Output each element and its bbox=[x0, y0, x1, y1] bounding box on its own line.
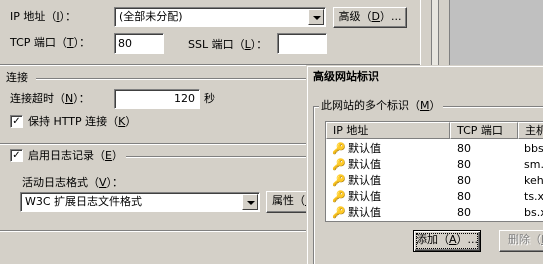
connection-icon: 🔑 bbox=[332, 158, 346, 171]
dialog-title: 高级网站标识 bbox=[309, 68, 543, 88]
enable-logging-label[interactable]: 启用日志记录（E） bbox=[28, 149, 123, 163]
chevron-down-icon[interactable] bbox=[308, 9, 324, 25]
list-item-host: bbs. bbox=[524, 142, 543, 155]
list-item-host: ts.x bbox=[524, 190, 543, 203]
list-item[interactable]: 🔑 默认值 80 kehu bbox=[326, 173, 543, 189]
list-item-host: kehu bbox=[524, 174, 543, 187]
column-host-header[interactable]: 主机 bbox=[518, 122, 543, 139]
list-item-ip: 默认值 bbox=[348, 158, 381, 171]
connection-timeout-input[interactable]: 120 bbox=[114, 89, 200, 109]
log-format-value: W3C 扩展日志文件格式 bbox=[25, 195, 143, 208]
log-format-dropdown[interactable]: W3C 扩展日志文件格式 bbox=[20, 192, 260, 212]
connection-icon: 🔑 bbox=[332, 174, 346, 187]
background-pane bbox=[449, 0, 543, 70]
list-item[interactable]: 🔑 默认值 80 sm.x bbox=[326, 157, 543, 173]
list-item-port: 80 bbox=[457, 142, 471, 155]
list-item-ip: 默认值 bbox=[348, 190, 381, 203]
ip-address-value: (全部未分配) bbox=[119, 10, 183, 23]
connections-group-label: 连接 bbox=[6, 71, 28, 84]
seconds-unit-label: 秒 bbox=[204, 92, 215, 105]
list-item-port: 80 bbox=[457, 158, 471, 171]
list-item-ip: 默认值 bbox=[348, 174, 381, 187]
keep-alive-checkbox[interactable]: ✓ bbox=[10, 115, 23, 128]
advanced-button[interactable]: 高级（D）... bbox=[333, 7, 407, 28]
ip-address-label: IP 地址（I）： bbox=[10, 10, 77, 23]
ip-address-dropdown[interactable]: (全部未分配) bbox=[114, 7, 326, 27]
log-format-label: 活动日志格式（V）： bbox=[22, 176, 124, 189]
remove-button[interactable]: 删除（R） bbox=[499, 230, 543, 252]
identities-list[interactable]: IP 地址 TCP 端口 主机 🔑 默认值 80 bbs. 🔑 默认值 80 s… bbox=[325, 121, 543, 222]
ssl-port-label: SSL 端口（L）： bbox=[188, 38, 268, 51]
connection-timeout-label: 连接超时（N）： bbox=[10, 92, 90, 105]
connection-icon: 🔑 bbox=[332, 206, 346, 219]
list-item[interactable]: 🔑 默认值 80 bs.x bbox=[326, 205, 543, 221]
tcp-port-input[interactable]: 80 bbox=[114, 33, 164, 54]
list-item[interactable]: 🔑 默认值 80 bbs. bbox=[326, 141, 543, 157]
ssl-port-input[interactable] bbox=[277, 33, 327, 54]
background-scrollbar[interactable] bbox=[431, 0, 439, 70]
list-item-port: 80 bbox=[457, 206, 471, 219]
connection-icon: 🔑 bbox=[332, 190, 346, 203]
add-button[interactable]: 添加（A）... bbox=[413, 230, 481, 252]
identities-group-label: 此网站的多个标识（M） bbox=[319, 99, 443, 113]
chevron-down-icon[interactable] bbox=[242, 194, 258, 210]
tcp-port-label: TCP 端口（T）： bbox=[10, 36, 91, 49]
connection-icon: 🔑 bbox=[332, 142, 346, 155]
list-item-ip: 默认值 bbox=[348, 142, 381, 155]
list-item[interactable]: 🔑 默认值 80 ts.x bbox=[326, 189, 543, 205]
advanced-identification-dialog: 高级网站标识 此网站的多个标识（M） IP 地址 TCP 端口 主机 🔑 默认值… bbox=[306, 65, 543, 264]
list-item-ip: 默认值 bbox=[348, 206, 381, 219]
list-item-port: 80 bbox=[457, 190, 471, 203]
column-tcp-port[interactable]: TCP 端口 bbox=[450, 122, 518, 139]
connection-timeout-value: 120 bbox=[174, 92, 195, 105]
keep-alive-label[interactable]: 保持 HTTP 连接（K） bbox=[28, 115, 136, 129]
list-item-port: 80 bbox=[457, 174, 471, 187]
enable-logging-checkbox[interactable]: ✓ bbox=[10, 149, 23, 162]
tcp-port-value: 80 bbox=[118, 37, 132, 50]
background-window-edge bbox=[420, 0, 543, 70]
column-ip-address[interactable]: IP 地址 bbox=[326, 122, 450, 139]
list-item-host: sm.x bbox=[524, 158, 543, 171]
list-item-host: bs.x bbox=[524, 206, 543, 219]
